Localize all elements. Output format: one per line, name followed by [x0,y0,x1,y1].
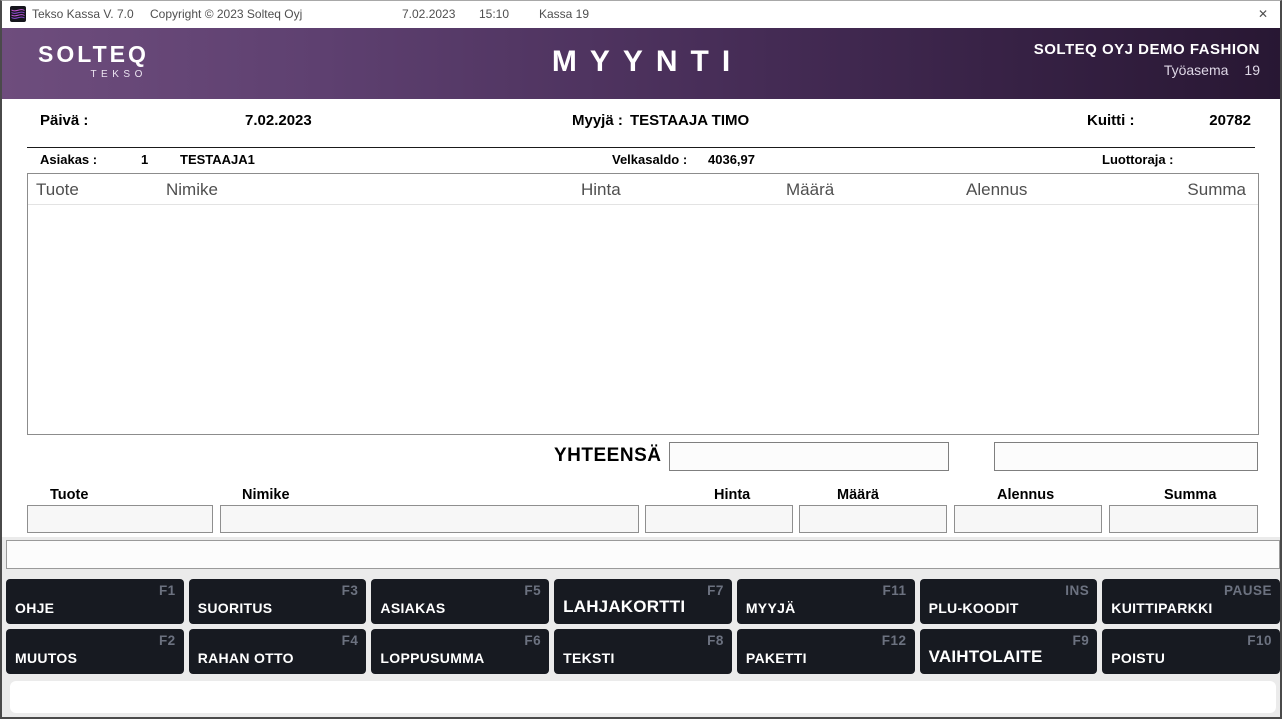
fkey-myyja-button[interactable]: MYYJÄ F11 [737,579,915,624]
fkey-label: TEKSTI [563,650,615,666]
customer-name: TESTAAJA1 [180,152,255,167]
fkey-shortcut: F9 [1073,633,1090,648]
fkey-plu-koodit-button[interactable]: PLU-KOODIT INS [920,579,1098,624]
fkey-label: ASIAKAS [380,600,445,616]
fkey-shortcut: F7 [707,583,724,598]
pos-window: Tekso Kassa V. 7.0 Copyright © 2023 Solt… [0,0,1282,719]
status-bar-field[interactable] [10,681,1276,713]
fkey-asiakas-button[interactable]: ASIAKAS F5 [371,579,549,624]
seller-value: TESTAAJA TIMO [630,112,749,129]
store-name: SOLTEQ OYJ DEMO FASHION [1034,41,1260,58]
customer-label: Asiakas : [40,152,97,167]
date-value: 7.02.2023 [245,112,312,129]
debt-balance-label: Velkasaldo : [612,152,687,167]
fkey-vaihtolaite-button[interactable]: VAIHTOLAITE F9 [920,629,1098,674]
fkey-kuittiparkki-button[interactable]: KUITTIPARKKI PAUSE [1102,579,1280,624]
total-amount-field[interactable] [669,442,949,471]
fkey-lahjakortti-button[interactable]: LAHJAKORTTI F7 [554,579,732,624]
fkey-muutos-button[interactable]: MUUTOS F2 [6,629,184,674]
total-label: YHTEENSÄ [554,445,661,467]
fkey-shortcut: F1 [159,583,176,598]
workstation-info: Työasema 19 [1034,62,1260,78]
close-icon[interactable]: ✕ [1258,7,1268,21]
copyright-text: Copyright © 2023 Solteq Oyj [150,7,302,21]
items-table: Tuote Nimike Hinta Määrä Alennus Summa [27,173,1259,435]
fkey-shortcut: F2 [159,633,176,648]
fkey-shortcut: F11 [883,583,907,598]
titlebar: Tekso Kassa V. 7.0 Copyright © 2023 Solt… [2,1,1280,28]
fkey-ohje-button[interactable]: OHJE F1 [6,579,184,624]
titlebar-register: Kassa 19 [539,7,589,21]
fkey-label: OHJE [15,600,54,616]
fkey-label: KUITTIPARKKI [1111,600,1212,616]
customer-row: Asiakas : 1 TESTAAJA1 Velkasaldo : 4036,… [2,148,1280,173]
price-field[interactable] [645,505,793,533]
table-header-divider [28,204,1258,205]
quantity-field[interactable] [799,505,947,533]
fkey-label: POISTU [1111,650,1165,666]
fkey-loppusumma-button[interactable]: LOPPUSUMMA F6 [371,629,549,674]
message-bar-field[interactable] [6,540,1280,569]
column-header-alennus: Alennus [966,180,1027,200]
receipt-label: Kuitti : [1087,112,1134,129]
app-header: SOLTEQ TEKSO MYYNTI SOLTEQ OYJ DEMO FASH… [2,28,1280,99]
date-label: Päivä : [40,112,88,129]
function-key-grid: OHJE F1 SUORITUS F3 ASIAKAS F5 LAHJAKORT… [6,579,1280,674]
fkey-shortcut: INS [1065,583,1089,598]
fkey-shortcut: F4 [342,633,359,648]
fkey-teksti-button[interactable]: TEKSTI F8 [554,629,732,674]
titlebar-date: 7.02.2023 [402,7,455,21]
column-header-nimike: Nimike [166,180,218,200]
fkey-poistu-button[interactable]: POISTU F10 [1102,629,1280,674]
credit-limit-label: Luottoraja : [1102,152,1174,167]
column-header-hinta: Hinta [581,180,621,200]
debt-balance-value: 4036,97 [708,152,755,167]
workstation-label: Työasema [1164,62,1229,78]
fkey-label: RAHAN OTTO [198,650,294,666]
entry-label-maara: Määrä [837,487,879,503]
line-total-field[interactable] [1109,505,1258,533]
app-icon [10,6,26,22]
fkey-shortcut: F8 [707,633,724,648]
fkey-label: LOPPUSUMMA [380,650,484,666]
entry-label-alennus: Alennus [997,487,1054,503]
fkey-label: PLU-KOODIT [929,600,1019,616]
fkey-shortcut: F5 [524,583,541,598]
fkey-label: VAIHTOLAITE [929,647,1043,667]
fkey-label: MUUTOS [15,650,77,666]
fkey-suoritus-button[interactable]: SUORITUS F3 [189,579,367,624]
column-header-maara: Määrä [786,180,834,200]
fkey-rahan-otto-button[interactable]: RAHAN OTTO F4 [189,629,367,674]
column-header-summa: Summa [1187,180,1246,200]
product-code-field[interactable] [27,505,213,533]
fkey-shortcut: PAUSE [1224,583,1272,598]
workstation-number: 19 [1244,62,1260,78]
discount-field[interactable] [954,505,1102,533]
sale-info-row: Päivä : 7.02.2023 Myyjä : TESTAAJA TIMO … [2,99,1280,147]
entry-label-hinta: Hinta [714,487,750,503]
store-info: SOLTEQ OYJ DEMO FASHION Työasema 19 [1034,41,1260,78]
fkey-paketti-button[interactable]: PAKETTI F12 [737,629,915,674]
product-name-field[interactable] [220,505,639,533]
fkey-shortcut: F6 [524,633,541,648]
window-title: Tekso Kassa V. 7.0 [32,7,134,21]
fkey-label: SUORITUS [198,600,273,616]
seller-label: Myyjä : [572,112,623,129]
total-secondary-field[interactable] [994,442,1258,471]
fkey-label: PAKETTI [746,650,807,666]
fkey-shortcut: F10 [1247,633,1272,648]
receipt-value: 20782 [1209,112,1251,129]
fkey-label: LAHJAKORTTI [563,597,685,617]
entry-label-summa: Summa [1164,487,1216,503]
customer-number: 1 [141,152,148,167]
titlebar-time: 15:10 [479,7,509,21]
fkey-label: MYYJÄ [746,600,796,616]
fkey-shortcut: F12 [882,633,907,648]
entry-label-nimike: Nimike [242,487,290,503]
entry-label-tuote: Tuote [50,487,88,503]
column-header-tuote: Tuote [36,180,79,200]
fkey-shortcut: F3 [342,583,359,598]
